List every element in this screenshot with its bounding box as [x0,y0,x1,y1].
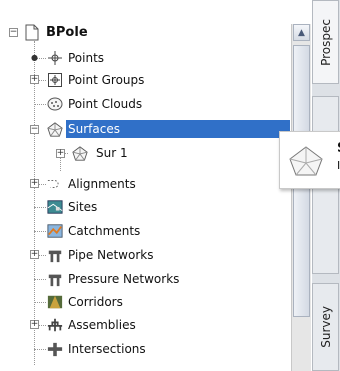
expand-toggle[interactable]: + [30,250,39,259]
tree-item-label: Point Clouds [68,97,143,111]
tree-item-sites[interactable]: Sites [0,196,290,218]
corridors-icon [47,294,63,310]
tree-connector-line [34,302,46,303]
tree-item-pipe-networks[interactable]: + Pipe Networks [0,244,290,266]
toolspace-panel: − BPole ● Points + Point Groups Point Cl… [0,0,312,371]
tree-item-label: Pipe Networks [68,248,154,262]
surfaces-icon [47,121,63,137]
tree-connector-line [34,231,46,232]
point-clouds-icon [47,96,63,112]
tree-item-surfaces[interactable]: − Surfaces [0,118,290,140]
alignments-icon [47,176,63,192]
tree-item-label: Assemblies [68,318,136,332]
expand-toggle[interactable]: + [30,320,39,329]
tree-item-pressure-networks[interactable]: Pressure Networks [0,268,290,290]
tab-label: Prospec [318,18,333,66]
tree-item-label: Pressure Networks [68,272,180,286]
drawing-document-icon [24,24,40,40]
tree-connector-line [34,349,46,350]
sites-icon [47,199,63,215]
tree-item-corridors[interactable]: Corridors [0,291,290,313]
tree-item-label: Sites [68,200,98,214]
tree-item-label: Intersections [68,342,146,356]
tree-connector-line [34,207,46,208]
vertical-scrollbar[interactable]: ▲ [291,24,311,371]
leaf-bullet: ● [31,53,38,62]
tree-item-label: Points [68,51,105,65]
catchments-icon [47,223,63,239]
tree-item-alignments[interactable]: + Alignments [0,173,290,195]
tree-item-catchments[interactable]: Catchments [0,220,290,242]
tree-item-assemblies[interactable]: + Assemblies [0,314,290,336]
tree-item-point-groups[interactable]: + Point Groups [0,69,290,91]
tree-item-label: Catchments [68,224,141,238]
prospector-tree: − BPole ● Points + Point Groups Point Cl… [0,0,290,371]
tree-item-points[interactable]: ● Points [0,47,290,69]
collapse-toggle[interactable]: − [9,28,18,37]
tree-item-label: Alignments [68,177,136,191]
tree-item-label: Surfaces [66,120,290,138]
tree-connector-line [34,279,46,280]
tab-survey[interactable]: Survey [312,283,339,371]
tree-item-sur-1[interactable]: + Sur 1 [0,142,290,164]
surface-tooltip: S I [279,131,340,189]
collapse-toggle[interactable]: − [30,125,39,134]
points-icon [47,50,63,66]
tab-prospector[interactable]: Prospec [312,0,339,84]
expand-toggle[interactable]: + [30,75,39,84]
tree-item-label: Corridors [68,295,123,309]
tree-item-label: Point Groups [68,73,145,87]
assemblies-icon [47,317,63,333]
tree-root-label: BPole [46,25,88,40]
tree-item-label: Sur 1 [96,146,128,160]
scroll-up-button[interactable]: ▲ [293,24,310,41]
intersections-icon [47,341,63,357]
pressure-networks-icon [47,271,63,287]
tab-label: Survey [318,306,333,348]
tree-root-bpole[interactable]: − BPole [0,22,290,44]
surface-icon [72,145,88,161]
tree-item-point-clouds[interactable]: Point Clouds [0,93,290,115]
tree-connector-line [34,104,46,105]
expand-toggle[interactable]: + [56,149,65,158]
pipe-networks-icon [47,247,63,263]
expand-toggle[interactable]: + [30,179,39,188]
point-groups-icon [47,72,63,88]
tree-item-intersections[interactable]: Intersections [0,338,290,360]
surface-icon [288,145,324,180]
